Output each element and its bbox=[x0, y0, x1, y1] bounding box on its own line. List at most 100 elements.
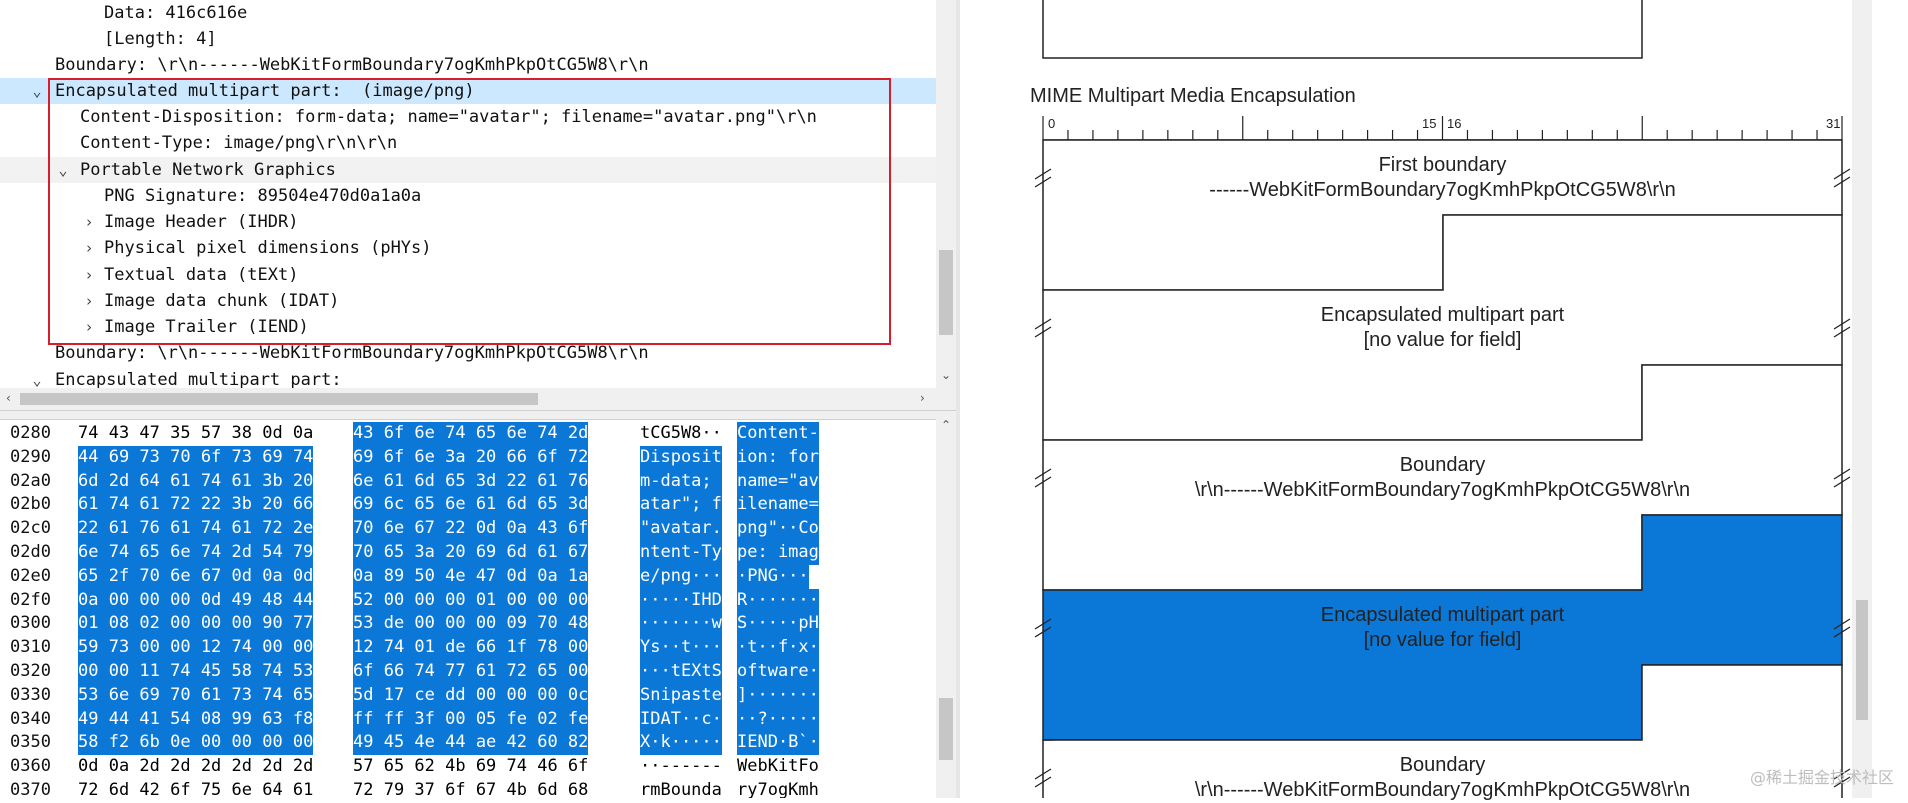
hex-offset: 02a0 bbox=[10, 470, 51, 491]
hex-vertical-scrollbar[interactable]: ⌃ bbox=[936, 418, 956, 798]
ascii-left: ·····IHD bbox=[640, 588, 722, 613]
ascii-right: R······· bbox=[737, 588, 819, 613]
scroll-down-arrow-icon[interactable]: ⌄ bbox=[941, 368, 951, 382]
ascii-right: ]······· bbox=[737, 683, 819, 708]
chevron-down-icon[interactable]: ⌄ bbox=[30, 78, 44, 104]
hex-bytes-left: 00 00 11 74 45 58 74 53 bbox=[78, 660, 314, 684]
hex-bytes-right: 57 65 62 4b 69 74 46 6f bbox=[353, 756, 589, 777]
hex-bytes-left: 44 69 73 70 6f 73 69 74 bbox=[78, 445, 314, 470]
ascii-left: X·k····· bbox=[640, 731, 722, 756]
tree-row-encapsulated-part[interactable]: ⌄ Encapsulated multipart part: (image/pn… bbox=[0, 78, 474, 104]
ruler-ticks bbox=[1042, 116, 1843, 140]
hex-bytes-left: 72 6d 42 6f 75 6e 64 61 bbox=[78, 780, 314, 798]
hex-row[interactable]: 02c0 22 61 76 61 74 61 72 2e 70 6e 67 22 0… bbox=[0, 517, 936, 541]
ascii-left: atar"; f bbox=[640, 493, 722, 518]
scroll-up-arrow-icon[interactable]: ⌃ bbox=[941, 418, 951, 432]
packet-bytes-pane[interactable]: 0280 74 43 47 35 57 38 0d 0a 43 6f 6e 74 6… bbox=[0, 418, 936, 798]
previous-field-box bbox=[1042, 0, 1643, 59]
hex-bytes-right: ff ff 3f 00 05 fe 02 fe bbox=[353, 707, 589, 732]
hex-row[interactable]: 02e0 65 2f 70 6e 67 0d 0a 0d 0a 89 50 4e 4… bbox=[0, 564, 936, 589]
hex-row[interactable]: 02a0 6d 2d 64 61 74 61 3b 20 6e 61 6d 65 3… bbox=[0, 469, 936, 494]
tree-row-phys[interactable]: › Physical pixel dimensions (pHYs) bbox=[0, 235, 431, 261]
hex-bytes-left: 59 73 00 00 12 74 00 00 bbox=[78, 636, 314, 660]
hex-row[interactable]: 0310 59 73 00 00 12 74 00 00 12 74 01 de 6… bbox=[0, 636, 936, 660]
tree-row-text[interactable]: › Textual data (tEXt) bbox=[0, 262, 298, 288]
hex-bytes-left: 58 f2 6b 0e 00 00 00 00 bbox=[78, 731, 314, 756]
tree-row-ihdr[interactable]: › Image Header (IHDR) bbox=[0, 209, 298, 235]
chevron-down-icon[interactable]: ⌄ bbox=[30, 367, 44, 388]
hex-bytes-left: 53 6e 69 70 61 73 74 65 bbox=[78, 683, 314, 708]
tree-row-iend[interactable]: › Image Trailer (IEND) bbox=[0, 314, 308, 340]
ascii-right: ry7ogKmh bbox=[737, 780, 819, 798]
hex-row[interactable]: 0290 44 69 73 70 6f 73 69 74 69 6f 6e 3a 2… bbox=[0, 445, 936, 470]
hex-bytes-right: 70 6e 67 22 0d 0a 43 6f bbox=[353, 517, 589, 541]
ascii-left: tCG5W8·· bbox=[640, 423, 722, 443]
hex-bytes-left: 6d 2d 64 61 74 61 3b 20 bbox=[78, 469, 314, 494]
hex-row[interactable]: 0370 72 6d 42 6f 75 6e 64 61 72 79 37 6f 6… bbox=[0, 779, 936, 798]
tree-row-idat[interactable]: › Image data chunk (IDAT) bbox=[0, 288, 339, 314]
scrollbar-thumb[interactable] bbox=[1856, 600, 1868, 720]
hex-row[interactable]: 0320 00 00 11 74 45 58 74 53 6f 66 74 77 6… bbox=[0, 660, 936, 684]
ascii-right: ··?····· bbox=[737, 707, 819, 732]
tree-row-encapsulated-part-2[interactable]: ⌄ Encapsulated multipart part: bbox=[0, 367, 341, 388]
hex-offset: 0290 bbox=[10, 446, 51, 467]
hex-bytes-left: 0d 0a 2d 2d 2d 2d 2d 2d bbox=[78, 756, 314, 777]
hex-bytes-left: 49 44 41 54 08 99 63 f8 bbox=[78, 707, 314, 732]
hex-bytes-right: 69 6f 6e 3a 20 66 6f 72 bbox=[353, 445, 589, 470]
hex-bytes-right: 70 65 3a 20 69 6d 61 67 bbox=[353, 541, 589, 565]
hex-offset: 0340 bbox=[10, 708, 51, 729]
field-label: Boundary \r\n------WebKitFormBoundary7ogK… bbox=[1194, 754, 1691, 801]
hex-row[interactable]: 0360 0d 0a 2d 2d 2d 2d 2d 2d 57 65 62 4b 6… bbox=[0, 755, 936, 779]
ascii-right: name="av bbox=[737, 469, 819, 494]
ascii-right: S·····pH bbox=[737, 612, 819, 637]
hex-bytes-right: 5d 17 ce dd 00 00 00 0c bbox=[353, 683, 589, 708]
hex-bytes-left: 74 43 47 35 57 38 0d 0a bbox=[78, 423, 314, 443]
hex-bytes-left: 6e 74 65 6e 74 2d 54 79 bbox=[78, 541, 314, 565]
ascii-left: ··------ bbox=[640, 756, 722, 777]
hex-bytes-left: 65 2f 70 6e 67 0d 0a 0d bbox=[78, 564, 314, 589]
scroll-right-arrow-icon[interactable]: › bbox=[920, 391, 925, 405]
tree-vertical-scrollbar[interactable]: ⌄ bbox=[936, 0, 956, 388]
field-label: First boundary ------WebKitFormBoundary7o… bbox=[1209, 154, 1676, 201]
ascii-left: Disposit bbox=[640, 445, 722, 470]
tree-horizontal-scrollbar[interactable]: ‹ › bbox=[0, 388, 936, 410]
hex-bytes-right: 49 45 4e 44 ae 42 60 82 bbox=[353, 731, 589, 756]
annotation-red-box bbox=[48, 78, 891, 345]
tree-row-png[interactable]: ⌄ Portable Network Graphics bbox=[0, 157, 335, 183]
hex-offset: 02d0 bbox=[10, 542, 51, 562]
ascii-left: Ys··t··· bbox=[640, 636, 722, 660]
hex-row[interactable]: 0350 58 f2 6b 0e 00 00 00 00 49 45 4e 44 a… bbox=[0, 731, 936, 756]
hex-bytes-right: 6f 66 74 77 61 72 65 00 bbox=[353, 660, 589, 684]
ascii-right: IEND·B`· bbox=[737, 731, 819, 756]
diagram-vertical-scrollbar[interactable] bbox=[1852, 0, 1872, 798]
hex-bytes-left: 0a 00 00 00 0d 49 48 44 bbox=[78, 588, 314, 613]
hex-row[interactable]: 0280 74 43 47 35 57 38 0d 0a 43 6f 6e 74 6… bbox=[0, 422, 936, 446]
hex-row[interactable]: 0340 49 44 41 54 08 99 63 f8 ff ff 3f 00 0… bbox=[0, 707, 936, 732]
hex-row[interactable]: 0300 01 08 02 00 00 00 90 77 53 de 00 00 0… bbox=[0, 612, 936, 637]
field-label: Boundary \r\n------WebKitFormBoundary7ogK… bbox=[1194, 454, 1691, 501]
scrollbar-corner bbox=[936, 388, 956, 410]
hex-row[interactable]: 02d0 6e 74 65 6e 74 2d 54 79 70 65 3a 20 6… bbox=[0, 541, 936, 565]
ascii-right: png"··Co bbox=[737, 517, 819, 541]
hex-bytes-left: 01 08 02 00 00 00 90 77 bbox=[78, 612, 314, 637]
hex-offset: 0300 bbox=[10, 613, 51, 634]
scrollbar-thumb[interactable] bbox=[939, 698, 953, 760]
ascii-right: WebKitFo bbox=[737, 756, 819, 777]
scroll-left-arrow-icon[interactable]: ‹ bbox=[6, 391, 11, 405]
ascii-left: ···tEXtS bbox=[640, 660, 722, 684]
ruler-label-0: 0 bbox=[1048, 116, 1056, 131]
packet-details-pane[interactable]: Data: 416c616e [Length: 4] Boundary: \r\… bbox=[0, 0, 936, 388]
hex-row[interactable]: 0330 53 6e 69 70 61 73 74 65 5d 17 ce dd 0… bbox=[0, 683, 936, 708]
scrollbar-thumb[interactable] bbox=[20, 393, 538, 405]
hex-row[interactable]: 02b0 61 74 61 72 22 3b 20 66 69 6c 65 6e 6… bbox=[0, 493, 936, 518]
packet-diagram-pane[interactable]: MIME Multipart Media Encapsulation First… bbox=[960, 0, 1908, 801]
scrollbar-thumb[interactable] bbox=[939, 250, 953, 335]
hex-bytes-right: 12 74 01 de 66 1f 78 00 bbox=[353, 636, 589, 660]
ascii-left: "avatar. bbox=[640, 517, 722, 541]
hex-row[interactable]: 02f0 0a 00 00 00 0d 49 48 44 52 00 00 00 0… bbox=[0, 588, 936, 613]
ruler-label-16: 16 bbox=[1447, 116, 1462, 131]
hex-offset: 0330 bbox=[10, 684, 51, 705]
hex-bytes-right: 52 00 00 00 01 00 00 00 bbox=[353, 588, 589, 613]
hex-bytes-right: 53 de 00 00 00 09 70 48 bbox=[353, 612, 589, 637]
field-label: Encapsulated multipart part [no value for… bbox=[1320, 604, 1565, 651]
